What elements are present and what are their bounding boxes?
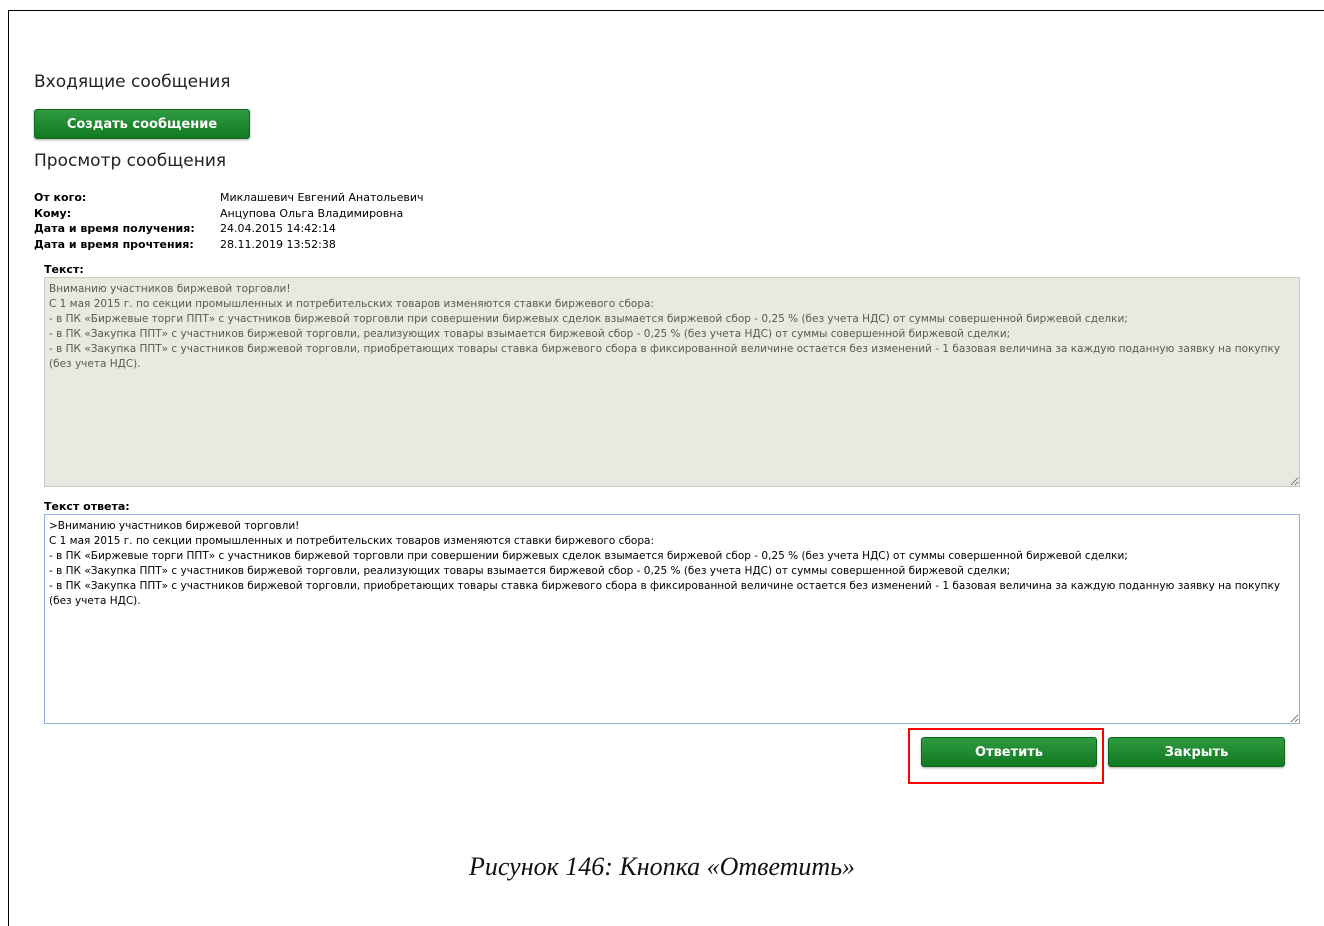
meta-value-read: 28.11.2019 13:52:38 bbox=[220, 237, 336, 251]
figure-caption: Рисунок 146: Кнопка «Ответить» bbox=[468, 852, 856, 881]
meta-row-from: От кого: Миклашевич Евгений Анатольевич bbox=[34, 190, 424, 206]
meta-label-to: Кому: bbox=[34, 206, 72, 220]
frame-top-border bbox=[8, 10, 1324, 11]
reply-button[interactable]: Ответить bbox=[921, 737, 1097, 767]
meta-value-to: Анцупова Ольга Владимировна bbox=[220, 206, 404, 220]
reply-text-area[interactable]: >Вниманию участников биржевой торговли! … bbox=[44, 514, 1300, 724]
page-title: Входящие сообщения bbox=[34, 72, 231, 92]
meta-label-read: Дата и время прочтения: bbox=[34, 237, 194, 251]
reply-text-label: Текст ответа: bbox=[44, 500, 130, 513]
meta-label-from: От кого: bbox=[34, 191, 87, 204]
create-message-button[interactable]: Создать сообщение bbox=[34, 109, 250, 139]
meta-value-received: 24.04.2015 14:42:14 bbox=[220, 222, 336, 235]
meta-row-to: Кому: Анцупова Ольга Владимировна bbox=[34, 206, 424, 222]
message-text-area[interactable]: Вниманию участников биржевой торговли! С… bbox=[44, 277, 1300, 487]
meta-row-received: Дата и время получения: 24.04.2015 14:42… bbox=[34, 221, 424, 237]
close-button[interactable]: Закрыть bbox=[1108, 737, 1285, 767]
view-message-title: Просмотр сообщения bbox=[34, 151, 227, 171]
message-text-label: Текст: bbox=[44, 263, 84, 276]
frame-left-border bbox=[8, 10, 9, 926]
meta-row-read: Дата и время прочтения: 28.11.2019 13:52… bbox=[34, 237, 424, 253]
message-meta: От кого: Миклашевич Евгений Анатольевич … bbox=[34, 190, 424, 252]
meta-label-received: Дата и время получения: bbox=[34, 222, 195, 235]
meta-value-from: Миклашевич Евгений Анатольевич bbox=[220, 191, 424, 204]
